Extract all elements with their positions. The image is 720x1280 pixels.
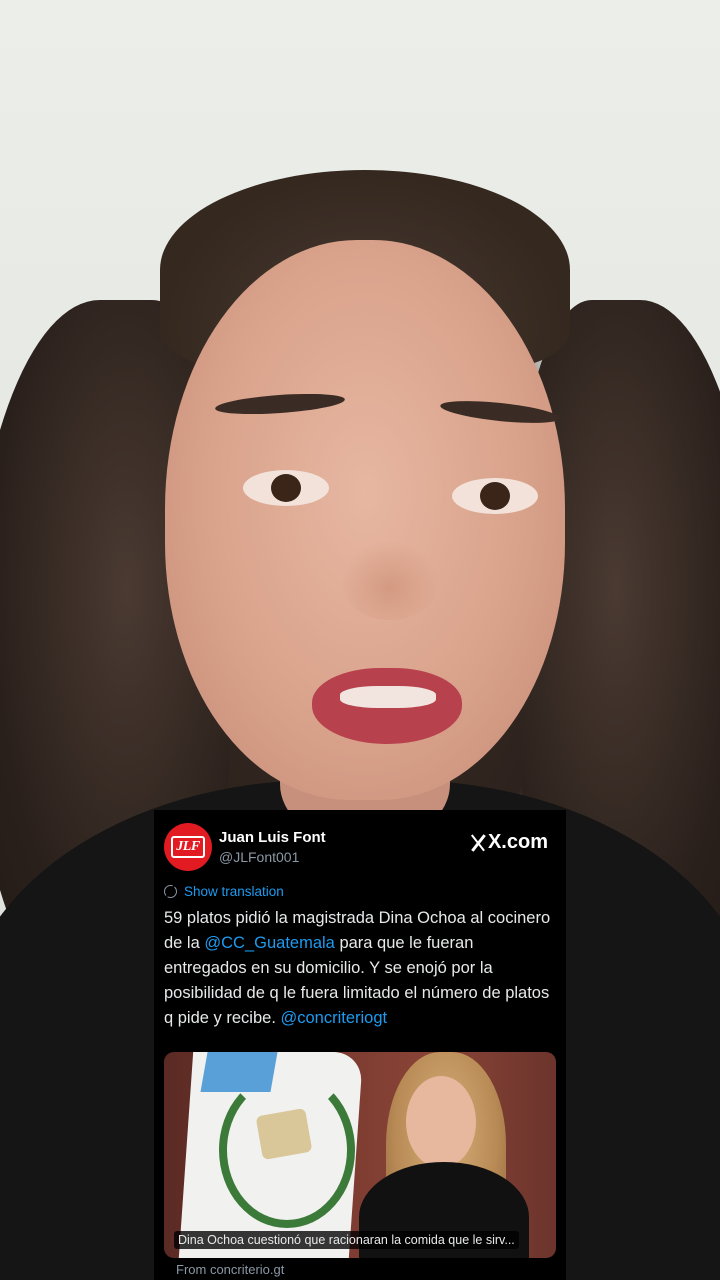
- x-logo-icon: [469, 833, 487, 853]
- person-face: [406, 1076, 476, 1168]
- mention-link[interactable]: @CC_Guatemala: [204, 934, 334, 952]
- author-name[interactable]: Juan Luis Font: [219, 829, 326, 846]
- left-eye: [243, 470, 329, 506]
- nose-shape: [340, 540, 440, 620]
- show-translation-label: Show translation: [184, 884, 284, 899]
- mention-link[interactable]: @concriteriogt: [280, 1009, 387, 1027]
- tweet-card[interactable]: JLF Juan Luis Font @JLFont001 X.com Show…: [154, 810, 566, 1280]
- mouth-shape: [312, 668, 462, 744]
- show-translation-link[interactable]: Show translation: [164, 884, 284, 899]
- avatar[interactable]: JLF: [164, 823, 212, 871]
- avatar-logo: JLF: [171, 836, 205, 858]
- author-handle[interactable]: @JLFont001: [219, 849, 299, 865]
- site-badge: X.com: [469, 831, 548, 854]
- emblem-scroll: [255, 1107, 313, 1161]
- right-eye: [452, 478, 538, 514]
- globe-icon: [164, 885, 177, 898]
- media-caption: Dina Ochoa cuestionó que racionaran la c…: [174, 1231, 519, 1249]
- tweet-media-image[interactable]: Dina Ochoa cuestionó que racionaran la c…: [164, 1052, 556, 1258]
- tweet-body: 59 platos pidió la magistrada Dina Ochoa…: [164, 906, 560, 1031]
- tweet-header: JLF Juan Luis Font @JLFont001 X.com: [154, 810, 566, 886]
- link-source[interactable]: From concriterio.gt: [176, 1262, 284, 1277]
- site-badge-label: X.com: [487, 831, 548, 853]
